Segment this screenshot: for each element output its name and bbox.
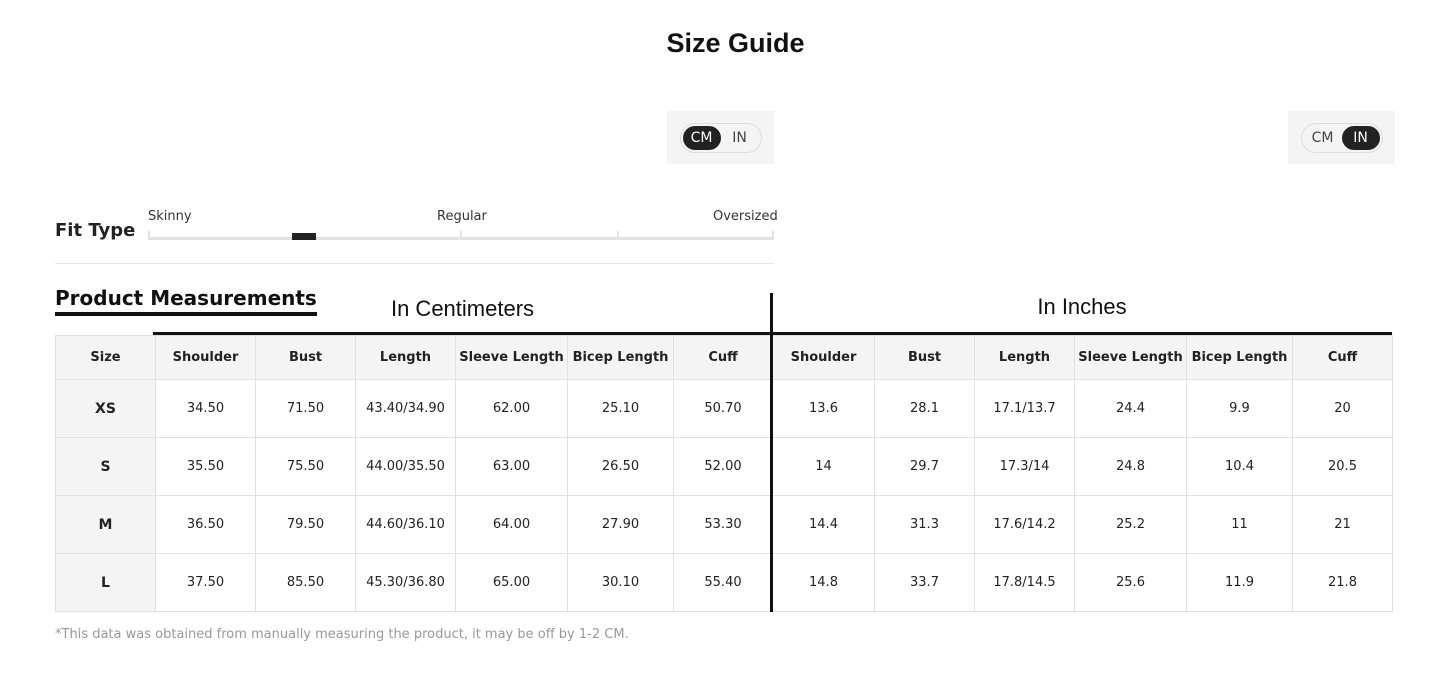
cell-cm-bicep-length: 26.50 [567,437,674,496]
in-group-title: In Inches [1037,294,1127,319]
cell-cm-bust: 79.50 [255,495,356,554]
cell-in-cuff: 21 [1292,495,1393,554]
header-cm-bust: Bust [255,335,356,380]
cell-cm-cuff: 52.00 [673,437,773,496]
header-size: Size [55,335,156,380]
size-cell: L [55,553,156,612]
measurement-footnote: *This data was obtained from manually me… [55,627,629,642]
cell-in-bust: 33.7 [874,553,975,612]
cell-cm-bicep-length: 27.90 [567,495,674,554]
fit-tick [148,231,150,240]
cell-in-bust: 28.1 [874,379,975,438]
cell-in-sleeve-length: 25.2 [1074,495,1187,554]
header-cm-bicep-length: Bicep Length [567,335,674,380]
cell-in-bicep-length: 11 [1186,495,1293,554]
table-row: XS 34.50 71.50 43.40/34.90 62.00 25.10 5… [55,379,1393,438]
cell-cm-length: 44.00/35.50 [355,437,456,496]
cell-cm-shoulder: 34.50 [155,379,256,438]
unit-toggle-container-in: CM IN [1288,111,1395,164]
cell-cm-bicep-length: 30.10 [567,553,674,612]
header-cm-sleeve-length: Sleeve Length [455,335,568,380]
table-row: L 37.50 85.50 45.30/36.80 65.00 30.10 55… [55,553,1393,612]
cell-cm-cuff: 53.30 [673,495,773,554]
fit-scale-skinny: Skinny [148,209,192,224]
size-cell: S [55,437,156,496]
cell-cm-sleeve-length: 62.00 [455,379,568,438]
cell-in-bust: 31.3 [874,495,975,554]
unit-option-cm[interactable]: CM [1304,126,1342,150]
unit-option-cm[interactable]: CM [682,125,721,150]
size-cell: XS [55,379,156,438]
header-cm-cuff: Cuff [673,335,773,380]
table-header-row: Size Shoulder Bust Length Sleeve Length … [55,335,1393,380]
cell-in-cuff: 20.5 [1292,437,1393,496]
header-in-bicep-length: Bicep Length [1186,335,1293,380]
size-cell: M [55,495,156,554]
cell-in-length: 17.8/14.5 [974,553,1075,612]
cell-in-shoulder: 14 [772,437,875,496]
fit-scale-regular: Regular [437,209,487,224]
cell-in-bicep-length: 10.4 [1186,437,1293,496]
cell-in-sleeve-length: 25.6 [1074,553,1187,612]
cell-in-bicep-length: 11.9 [1186,553,1293,612]
fit-tick [772,231,774,240]
cell-cm-length: 44.60/36.10 [355,495,456,554]
fit-tick [460,231,462,240]
header-in-bust: Bust [874,335,975,380]
header-cm-shoulder: Shoulder [155,335,256,380]
unit-option-in[interactable]: IN [721,126,759,150]
unit-option-in[interactable]: IN [1341,125,1380,150]
cell-cm-bust: 75.50 [255,437,356,496]
cm-group-title: In Centimeters [390,296,535,321]
cell-cm-bust: 85.50 [255,553,356,612]
cell-in-sleeve-length: 24.8 [1074,437,1187,496]
cell-in-shoulder: 14.8 [772,553,875,612]
cell-cm-bust: 71.50 [255,379,356,438]
header-in-sleeve-length: Sleeve Length [1074,335,1187,380]
fit-tick [617,231,619,240]
cell-in-sleeve-length: 24.4 [1074,379,1187,438]
fit-type-marker [292,233,316,240]
cell-in-length: 17.1/13.7 [974,379,1075,438]
cell-cm-shoulder: 35.50 [155,437,256,496]
cell-cm-length: 43.40/34.90 [355,379,456,438]
cell-cm-cuff: 50.70 [673,379,773,438]
header-cm-length: Length [355,335,456,380]
divider [55,263,774,264]
unit-toggle-container-cm: CM IN [667,111,774,164]
cell-cm-sleeve-length: 65.00 [455,553,568,612]
header-in-shoulder: Shoulder [772,335,875,380]
cell-in-length: 17.6/14.2 [974,495,1075,554]
cell-in-shoulder: 13.6 [772,379,875,438]
cell-in-length: 17.3/14 [974,437,1075,496]
unit-group-divider [770,293,773,612]
cell-cm-length: 45.30/36.80 [355,553,456,612]
cell-in-shoulder: 14.4 [772,495,875,554]
table-row: S 35.50 75.50 44.00/35.50 63.00 26.50 52… [55,437,1393,496]
cell-cm-shoulder: 37.50 [155,553,256,612]
cell-in-cuff: 21.8 [1292,553,1393,612]
unit-toggle-cm[interactable]: CM IN [679,122,762,153]
cell-cm-cuff: 55.40 [673,553,773,612]
fit-type-label: Fit Type [55,220,136,241]
unit-toggle-in[interactable]: CM IN [1300,122,1383,153]
cell-in-cuff: 20 [1292,379,1393,438]
cell-cm-shoulder: 36.50 [155,495,256,554]
table-row: M 36.50 79.50 44.60/36.10 64.00 27.90 53… [55,495,1393,554]
cell-cm-sleeve-length: 64.00 [455,495,568,554]
cell-cm-sleeve-length: 63.00 [455,437,568,496]
header-in-cuff: Cuff [1292,335,1393,380]
cell-cm-bicep-length: 25.10 [567,379,674,438]
fit-scale-oversized: Oversized [713,209,778,224]
cell-in-bicep-length: 9.9 [1186,379,1293,438]
size-table: Size Shoulder Bust Length Sleeve Length … [55,335,1393,612]
page-title: Size Guide [666,28,805,58]
header-in-length: Length [974,335,1075,380]
cell-in-bust: 29.7 [874,437,975,496]
